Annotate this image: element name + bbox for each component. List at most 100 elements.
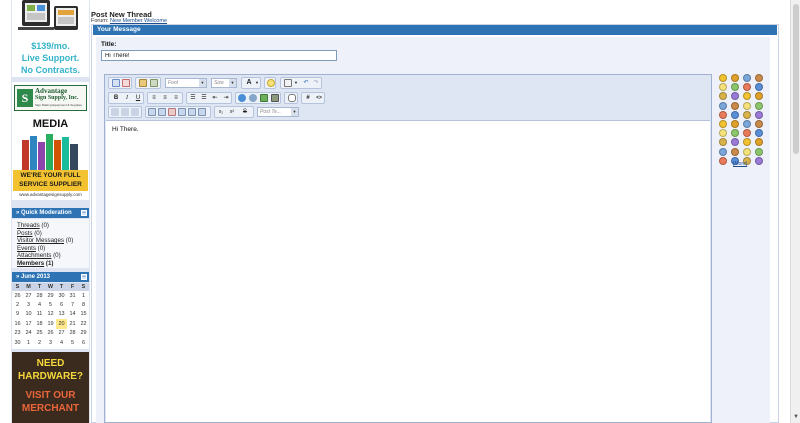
subscript-button[interactable]: x₂ bbox=[216, 107, 226, 117]
list-item[interactable]: Events (0) bbox=[17, 245, 89, 253]
smilie-icon[interactable] bbox=[743, 74, 751, 82]
smilie-icon[interactable] bbox=[719, 110, 727, 119]
font-select[interactable]: Font ▼ bbox=[165, 78, 207, 88]
calendar-day[interactable]: 28 bbox=[67, 329, 78, 338]
underline-button[interactable]: U bbox=[133, 93, 143, 103]
calendar-day[interactable]: 4 bbox=[34, 300, 45, 309]
smilie-icon[interactable] bbox=[731, 129, 739, 138]
smilie-icon[interactable] bbox=[731, 83, 739, 92]
toggle-mode-icon[interactable] bbox=[122, 79, 130, 87]
calendar-day[interactable]: 12 bbox=[45, 310, 56, 319]
superscript-button[interactable]: x² bbox=[227, 107, 237, 117]
calendar-day[interactable]: 8 bbox=[78, 300, 89, 309]
calendar-day[interactable]: 23 bbox=[12, 329, 23, 338]
calendar-day[interactable]: 5 bbox=[45, 300, 56, 309]
smilie-icon[interactable] bbox=[719, 74, 727, 82]
quick-moderation-header[interactable]: » Quick Moderation − bbox=[12, 208, 89, 218]
smilie-icon[interactable] bbox=[755, 92, 763, 101]
outdent-icon[interactable]: ⇤ bbox=[210, 93, 220, 103]
smilie-icon[interactable] bbox=[719, 138, 727, 147]
calendar-day[interactable]: 14 bbox=[67, 310, 78, 319]
calendar-day[interactable]: 3 bbox=[45, 338, 56, 347]
calendar-day[interactable]: 30 bbox=[12, 338, 23, 347]
calendar-day[interactable]: 3 bbox=[23, 300, 34, 309]
smilie-icon[interactable] bbox=[743, 83, 751, 92]
smilie-icon[interactable] bbox=[731, 101, 739, 110]
smilie-icon[interactable] bbox=[731, 120, 739, 128]
link-icon[interactable] bbox=[238, 94, 246, 102]
smilie-icon[interactable] bbox=[731, 138, 739, 147]
more-smilies-link[interactable]: [More] bbox=[733, 161, 747, 167]
merge-cells-icon[interactable] bbox=[178, 108, 186, 116]
redo-icon[interactable]: ↷ bbox=[311, 78, 321, 88]
sign-supply-ad[interactable]: S Advantage Sign Supply, Inc. Sign Makin… bbox=[12, 82, 89, 200]
calendar-day[interactable]: 19 bbox=[45, 319, 56, 328]
smilie-icon[interactable] bbox=[719, 129, 727, 138]
smilie-icon[interactable] bbox=[755, 129, 763, 138]
paste-text-icon[interactable] bbox=[150, 79, 158, 87]
smilie-icon[interactable] bbox=[755, 156, 763, 165]
italic-button[interactable]: I bbox=[122, 93, 132, 103]
smilie-icon[interactable] bbox=[755, 83, 763, 92]
insert-row-icon[interactable] bbox=[148, 108, 156, 116]
image-icon[interactable] bbox=[260, 94, 268, 102]
hardware-ad[interactable]: NEED HARDWARE? VISIT OUR MERCHANT bbox=[12, 352, 89, 423]
post-template-select[interactable]: Post Te... ▼ bbox=[257, 107, 299, 117]
table-props-icon[interactable] bbox=[198, 108, 206, 116]
calendar-day[interactable]: 10 bbox=[23, 310, 34, 319]
chevron-down-icon[interactable]: ▼ bbox=[291, 78, 301, 88]
list-item[interactable]: Posts (0) bbox=[17, 230, 89, 238]
smilie-icon[interactable] bbox=[743, 92, 751, 101]
smilie-icon[interactable] bbox=[719, 83, 727, 92]
calendar-day[interactable]: 24 bbox=[23, 329, 34, 338]
quote-icon[interactable] bbox=[287, 94, 296, 102]
smilie-icon[interactable] bbox=[755, 110, 763, 119]
calendar-day[interactable]: 25 bbox=[34, 329, 45, 338]
calendar-day[interactable]: 1 bbox=[78, 291, 89, 300]
smilie-icon[interactable] bbox=[731, 110, 739, 119]
table-col-icon[interactable] bbox=[131, 108, 139, 116]
align-left-icon[interactable]: ≡ bbox=[149, 93, 159, 103]
list-item[interactable]: Attachments (0) bbox=[17, 252, 89, 260]
table-icon[interactable] bbox=[111, 108, 119, 116]
calendar-day[interactable]: 2 bbox=[12, 300, 23, 309]
calendar-day[interactable]: 28 bbox=[34, 291, 45, 300]
smilie-icon[interactable] bbox=[719, 156, 727, 165]
title-input[interactable] bbox=[101, 50, 337, 61]
calendar-day[interactable]: 17 bbox=[23, 319, 34, 328]
unlink-icon[interactable] bbox=[249, 94, 257, 102]
size-select[interactable]: Size ▼ bbox=[211, 78, 237, 88]
smilie-icon[interactable] bbox=[755, 147, 763, 156]
calendar-header[interactable]: » June 2013 − bbox=[12, 272, 89, 282]
split-cells-icon[interactable] bbox=[188, 108, 196, 116]
smilie-icon[interactable] bbox=[743, 120, 751, 128]
video-icon[interactable] bbox=[271, 94, 279, 102]
calendar-day[interactable]: 26 bbox=[45, 329, 56, 338]
smilie-icon[interactable] bbox=[743, 129, 751, 138]
calendar-day[interactable]: 13 bbox=[56, 310, 67, 319]
calendar-day[interactable]: 21 bbox=[67, 319, 78, 328]
smilie-icon[interactable] bbox=[755, 101, 763, 110]
align-right-icon[interactable]: ≡ bbox=[171, 93, 181, 103]
smilie-icon[interactable] bbox=[719, 147, 727, 156]
calendar-day[interactable]: 16 bbox=[12, 319, 23, 328]
calendar-day[interactable]: 26 bbox=[12, 291, 23, 300]
calendar-day[interactable]: 6 bbox=[78, 338, 89, 347]
collapse-icon[interactable]: − bbox=[81, 274, 87, 280]
hosting-ad[interactable]: $139/mo. Live Support. No Contracts. bbox=[12, 0, 89, 77]
smilie-icon[interactable] bbox=[743, 110, 751, 119]
numbered-list-icon[interactable]: ☰ bbox=[188, 93, 198, 103]
calendar-day[interactable]: 1 bbox=[23, 338, 34, 347]
message-textarea[interactable]: Hi There. bbox=[106, 120, 710, 422]
smilie-icon[interactable] bbox=[266, 79, 275, 87]
delete-row-icon[interactable] bbox=[168, 108, 176, 116]
smilie-icon[interactable] bbox=[731, 74, 739, 82]
calendar-day[interactable]: 18 bbox=[34, 319, 45, 328]
calendar-day[interactable]: 27 bbox=[23, 291, 34, 300]
smilie-icon[interactable] bbox=[743, 138, 751, 147]
calendar-day[interactable]: 22 bbox=[78, 319, 89, 328]
page-scrollbar[interactable]: ▼ bbox=[790, 0, 800, 423]
calendar-title[interactable]: » June 2013 bbox=[16, 274, 50, 280]
smilie-icon[interactable] bbox=[743, 101, 751, 110]
list-item[interactable]: Threads (0) bbox=[17, 222, 89, 230]
